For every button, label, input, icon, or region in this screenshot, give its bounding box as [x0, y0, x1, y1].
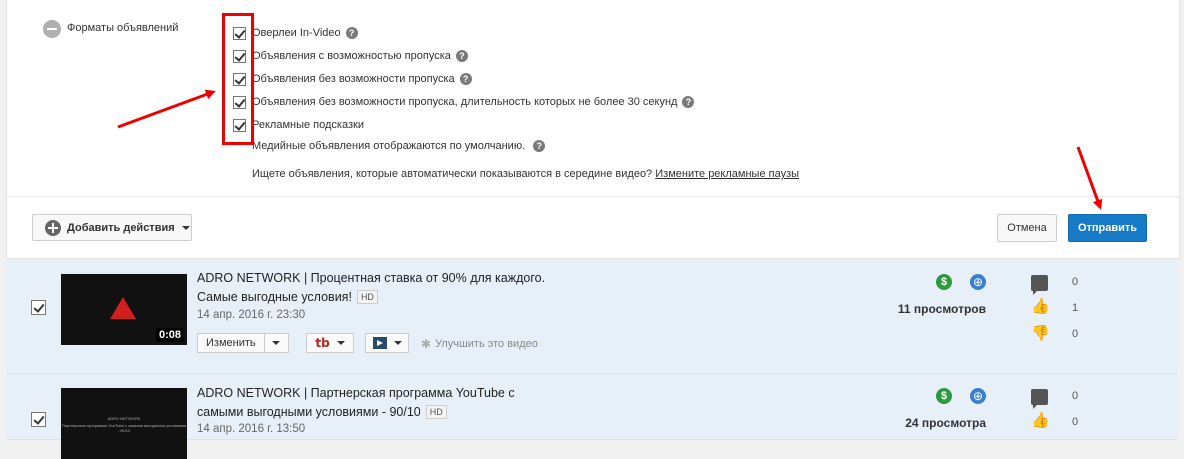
video-row: 0:08 ADRO NETWORK | Процентная ставка от… — [6, 259, 1178, 374]
help-icon[interactable]: ? — [682, 96, 695, 108]
video-title-text[interactable]: Самые выгодные условия! — [197, 290, 352, 304]
media-note-text: Медийные объявления отображаются по умол… — [252, 140, 526, 152]
add-actions-button[interactable]: Добавить действия — [32, 214, 192, 241]
collapse-icon[interactable] — [43, 20, 61, 38]
midroll-link[interactable]: Измените рекламные паузы — [655, 168, 799, 180]
help-icon[interactable]: ? — [345, 27, 358, 39]
submit-button[interactable]: Отправить — [1068, 214, 1147, 242]
tubebuddy-icon: tb — [315, 336, 330, 350]
like-icon: 👍 — [1031, 412, 1050, 429]
edit-control: Изменить — [197, 333, 289, 353]
option-skippable[interactable]: Объявления с возможностью пропуска ? — [233, 48, 468, 64]
globe-icon[interactable]: ⊕ — [970, 388, 986, 404]
dislike-icon: 👎 — [1031, 325, 1050, 342]
monetization-icon[interactable]: $ — [936, 388, 952, 404]
globe-icon[interactable]: ⊕ — [970, 274, 986, 290]
midroll-note: Ищете объявления, которые автоматически … — [252, 168, 799, 180]
caret-down-icon — [336, 341, 345, 345]
media-note: Медийные объявления отображаются по умол… — [252, 140, 546, 152]
video-thumbnail[interactable]: 0:08 — [61, 274, 187, 345]
video-title[interactable]: ADRO NETWORK | Партнерская программа You… — [197, 384, 597, 422]
caret-down-icon — [272, 341, 281, 345]
video-checkbox[interactable] — [31, 412, 46, 427]
ad-settings-panel: Форматы объявлений Оверлеи In-Video ? Об… — [6, 0, 1180, 259]
video-date: 14 апр. 2016 г. 13:50 — [197, 423, 306, 435]
video-title-line[interactable]: самыми выгодными условиями - 90/10 HD — [197, 403, 597, 422]
option-label: Рекламные подсказки — [252, 119, 364, 131]
option-non-skippable-30s[interactable]: Объявления без возможности пропуска, дли… — [233, 94, 695, 110]
option-non-skippable[interactable]: Объявления без возможности пропуска ? — [233, 71, 472, 87]
option-label: Объявления без возможности пропуска, дли… — [252, 96, 678, 108]
comment-icon — [1031, 275, 1048, 295]
like-count: 0 — [1072, 416, 1079, 428]
video-checkbox[interactable] — [31, 300, 46, 315]
monetization-icon[interactable]: $ — [936, 274, 952, 290]
midroll-question: Ищете объявления, которые автоматически … — [252, 168, 653, 180]
cancel-button[interactable]: Отмена — [997, 214, 1057, 242]
option-label: Объявления без возможности пропуска — [252, 73, 455, 85]
video-title-text[interactable]: самыми выгодными условиями - 90/10 — [197, 405, 421, 419]
play-tag-icon — [372, 337, 387, 349]
plus-icon — [45, 219, 61, 236]
video-duration: 0:08 — [155, 328, 184, 342]
option-label: Объявления с возможностью пропуска — [252, 50, 451, 62]
video-title-line[interactable]: ADRO NETWORK | Партнерская программа You… — [197, 384, 597, 403]
improve-video-link[interactable]: ✱ Улучшить это видео — [421, 337, 538, 351]
help-icon[interactable]: ? — [459, 73, 472, 85]
add-actions-label: Добавить действия — [67, 221, 175, 234]
video-date: 14 апр. 2016 г. 23:30 — [197, 309, 306, 321]
option-label: Оверлеи In-Video — [252, 27, 341, 39]
sparkle-icon: ✱ — [421, 337, 432, 351]
hd-badge: HD — [356, 290, 378, 304]
like-count: 1 — [1072, 302, 1079, 314]
comment-count: 0 — [1072, 390, 1079, 402]
comment-count: 0 — [1072, 276, 1079, 288]
adro-logo-icon — [110, 297, 136, 319]
comment-icon — [1031, 389, 1048, 409]
view-count: 11 просмотров — [897, 302, 986, 316]
video-title[interactable]: ADRO NETWORK | Процентная ставка от 90% … — [197, 269, 597, 307]
help-icon[interactable]: ? — [533, 140, 546, 152]
tag-button[interactable] — [365, 333, 409, 353]
edit-dropdown[interactable] — [264, 333, 289, 353]
divider — [7, 196, 1179, 197]
checkbox-highlight-box — [222, 13, 254, 145]
video-thumbnail[interactable]: ADRO NETWORK Партнерская программа YouTu… — [61, 388, 187, 459]
tubebuddy-button[interactable]: tb — [306, 333, 354, 353]
view-count: 24 просмотра — [905, 416, 986, 430]
like-icon: 👍 — [1031, 298, 1050, 315]
improve-label: Улучшить это видео — [435, 338, 538, 350]
video-title-line[interactable]: Самые выгодные условия! HD — [197, 288, 597, 307]
help-icon[interactable]: ? — [455, 50, 468, 62]
thumb-caption: Партнерская программа YouTube с самыми в… — [61, 423, 187, 433]
video-title-line[interactable]: ADRO NETWORK | Процентная ставка от 90% … — [197, 269, 597, 288]
caret-down-icon — [393, 341, 402, 345]
hd-badge: HD — [425, 405, 447, 419]
dislike-count: 0 — [1072, 328, 1079, 340]
ad-formats-label: Форматы объявлений — [67, 22, 179, 34]
edit-button[interactable]: Изменить — [197, 333, 265, 353]
video-row: ADRO NETWORK Партнерская программа YouTu… — [6, 374, 1178, 459]
caret-down-icon — [181, 225, 190, 230]
thumb-caption: ADRO NETWORK — [107, 416, 141, 421]
